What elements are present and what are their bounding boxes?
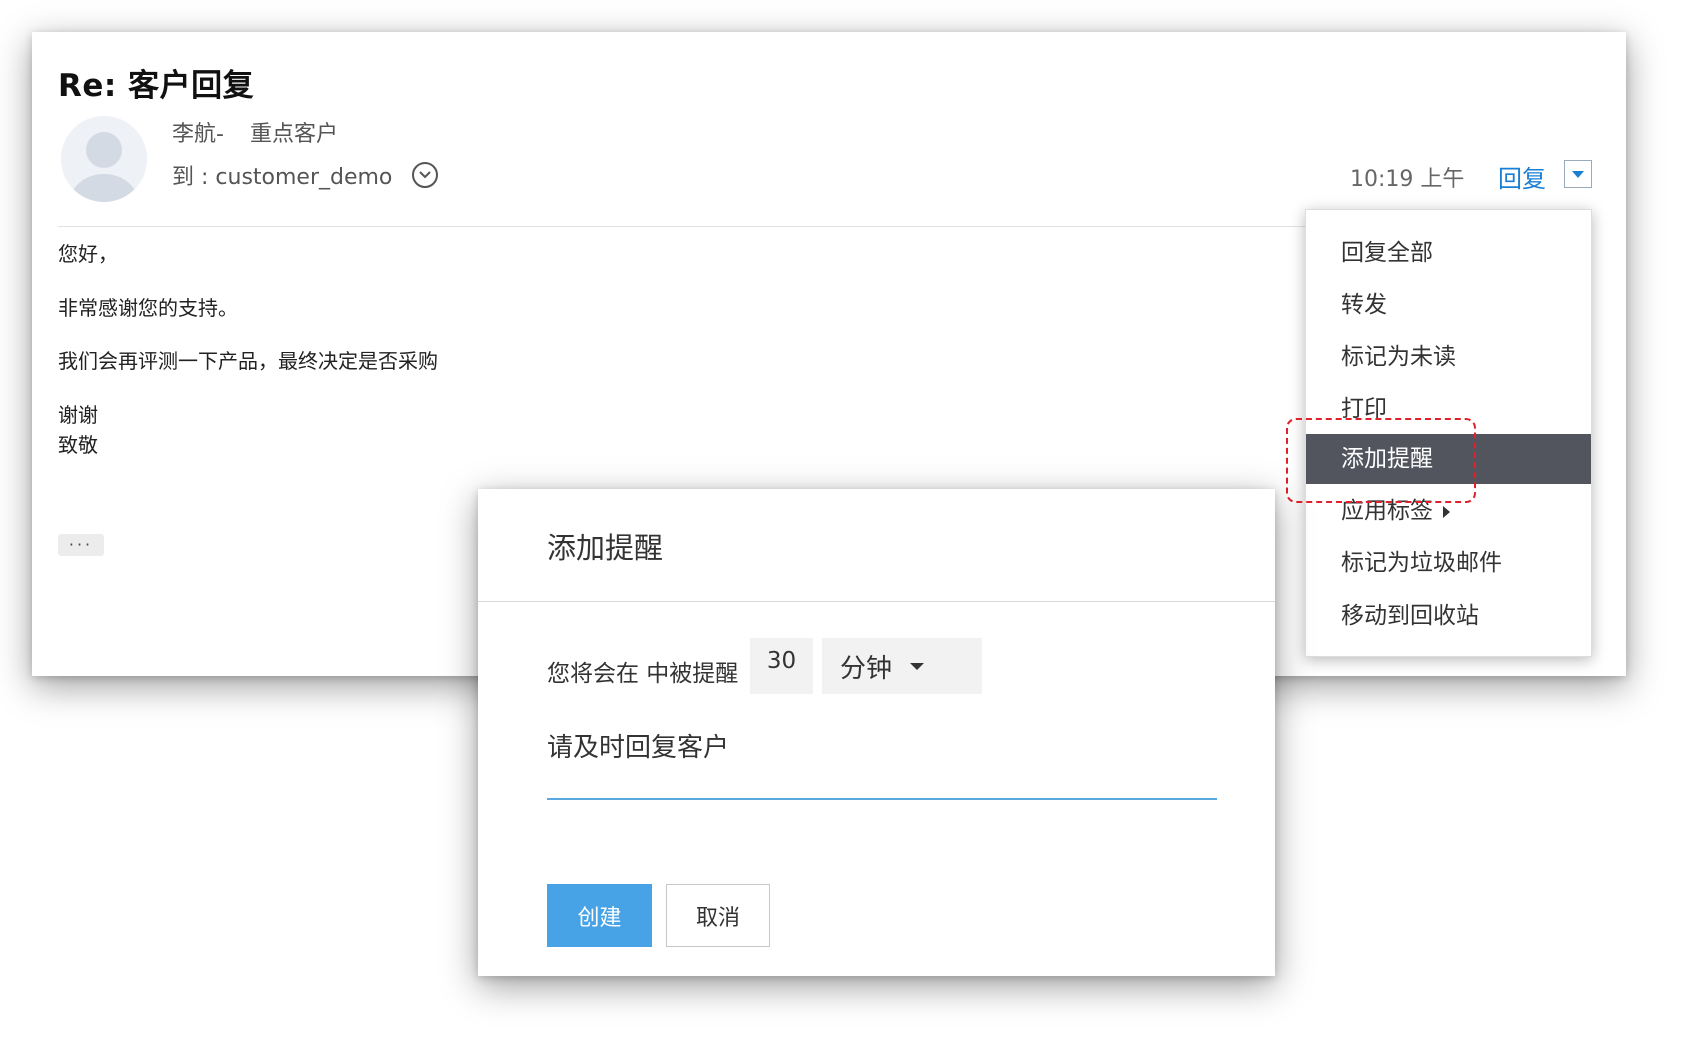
reminder-amount-input[interactable] [750,638,813,694]
sender-tag: 重点客户 [249,122,338,147]
menu-item-mark-spam[interactable]: 标记为垃圾邮件 [1306,538,1591,588]
menu-item-print[interactable]: 打印 [1306,384,1591,434]
caret-right-icon [1443,505,1450,518]
body-greeting: 您好， [58,242,118,266]
menu-item-apply-label[interactable]: 应用标签 [1306,486,1591,536]
add-reminder-dialog: 添加提醒 您将会在 中被提醒 分钟 创建 取消 [478,489,1275,976]
reminder-unit-value: 分钟 [840,653,893,684]
caret-down-icon [910,662,925,670]
menu-item-label: 应用标签 [1341,498,1433,524]
reminder-prompt: 您将会在 中被提醒 [547,661,739,687]
recipient-text: 到 : customer_demo [172,165,393,190]
menu-item-label: 标记为垃圾邮件 [1341,550,1502,576]
menu-item-reply-all[interactable]: 回复全部 [1306,228,1591,278]
email-subject: Re: 客户回复 [58,68,255,104]
menu-item-label: 移动到回收站 [1341,603,1479,629]
menu-item-add-reminder[interactable]: 添加提醒 [1306,434,1591,484]
chevron-down-circle-icon[interactable] [412,162,439,188]
show-quoted-button[interactable]: ··· [58,534,104,556]
reminder-note-input[interactable] [547,722,1217,800]
body-line-1: 非常感谢您的支持。 [58,296,238,320]
menu-item-mark-unread[interactable]: 标记为未读 [1306,332,1591,382]
body-line-2: 我们会再评测一下产品，最终决定是否采购 [58,349,438,373]
menu-item-label: 回复全部 [1341,240,1433,266]
dialog-divider [478,601,1275,602]
menu-item-label: 转发 [1341,292,1387,318]
reminder-unit-select[interactable]: 分钟 [822,638,982,694]
email-time: 10:19 上午 [1350,167,1465,192]
reply-options-menu: 回复全部 转发 标记为未读 打印 添加提醒 应用标签 标记为垃圾邮件 移动到回收… [1305,209,1592,657]
menu-item-label: 标记为未读 [1341,344,1456,370]
menu-item-label: 打印 [1341,396,1387,422]
person-placeholder-icon [61,116,147,202]
header-divider [58,226,1318,227]
menu-item-forward[interactable]: 转发 [1306,280,1591,330]
sender-avatar [61,116,147,202]
menu-item-move-to-trash[interactable]: 移动到回收站 [1306,591,1591,641]
menu-item-label: 添加提醒 [1341,446,1433,472]
body-closing-2: 致敬 [58,433,98,457]
cancel-button[interactable]: 取消 [666,884,770,947]
recipient-line: 到 : customer_demo [172,159,439,191]
body-closing-1: 谢谢 [58,403,98,427]
sender-line: 李航- 重点客户 [172,116,338,148]
sender-name[interactable]: 李航- [172,122,224,147]
caret-down-icon [1572,170,1584,178]
dialog-title: 添加提醒 [547,531,664,565]
create-button[interactable]: 创建 [547,884,652,947]
reply-dropdown-button[interactable] [1564,160,1592,188]
reply-button[interactable]: 回复 [1498,159,1546,194]
